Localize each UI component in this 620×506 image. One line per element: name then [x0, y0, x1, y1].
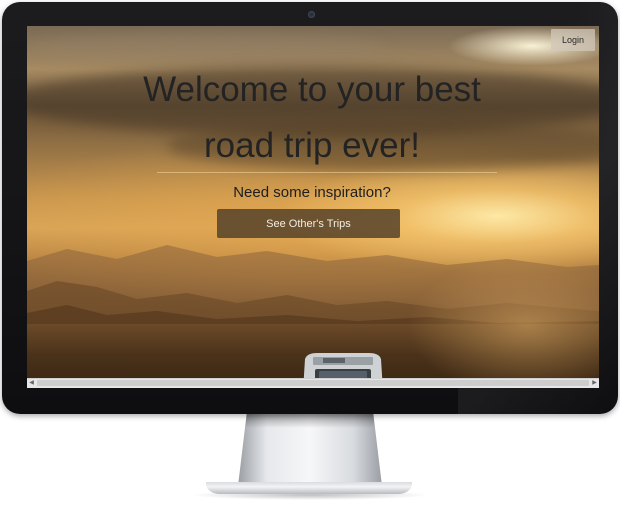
monitor-stand-shade: [245, 414, 375, 428]
hero-title-line-2: road trip ever!: [204, 126, 420, 165]
horizontal-scrollbar[interactable]: ◀ ▶: [27, 378, 599, 388]
monitor-stage: Welcome to your best road trip ever! Nee…: [0, 0, 620, 506]
browser-viewport: Welcome to your best road trip ever! Nee…: [27, 26, 599, 387]
scrollbar-thumb[interactable]: [37, 380, 589, 386]
scroll-left-arrow-icon[interactable]: ◀: [27, 379, 36, 388]
camera-icon: [308, 11, 315, 18]
scroll-right-arrow-icon[interactable]: ▶: [590, 379, 599, 388]
hero-title-line-1: Welcome to your best: [143, 70, 481, 109]
hero-divider: [157, 172, 497, 173]
login-button[interactable]: Login: [551, 29, 595, 51]
hero-subtitle: Need some inspiration?: [233, 184, 391, 201]
monitor-stand-foot: [206, 482, 412, 494]
hero-title: Welcome to your best road trip ever!: [77, 62, 547, 174]
see-others-trips-button[interactable]: See Other's Trips: [217, 209, 400, 238]
cloud-layer: [27, 34, 387, 62]
